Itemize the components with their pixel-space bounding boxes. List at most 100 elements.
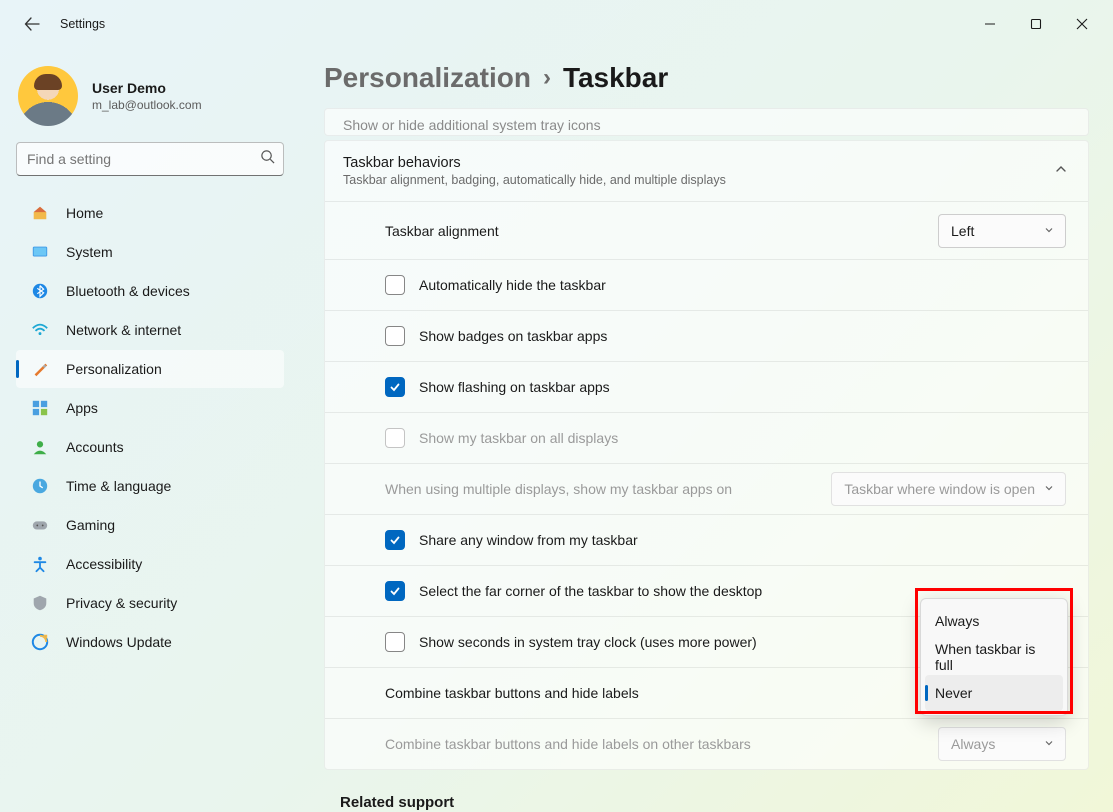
sidebar-item-system[interactable]: System: [16, 233, 284, 271]
row-label: Combine taskbar buttons and hide labels …: [385, 736, 938, 752]
row-label: Taskbar alignment: [385, 223, 938, 239]
sidebar-item-label: System: [66, 244, 113, 260]
related-support-heading: Related support: [340, 794, 1089, 811]
minimize-icon: [984, 18, 996, 30]
row-label: Show badges on taskbar apps: [419, 328, 1066, 344]
row-label: Show my taskbar on all displays: [419, 430, 1066, 446]
row-combine-other: Combine taskbar buttons and hide labels …: [325, 718, 1088, 769]
sidebar-item-gaming[interactable]: Gaming: [16, 506, 284, 544]
sidebar-item-label: Gaming: [66, 517, 115, 533]
maximize-button[interactable]: [1013, 8, 1059, 40]
sidebar-item-windows-update[interactable]: Windows Update: [16, 623, 284, 661]
sidebar-item-label: Windows Update: [66, 634, 172, 650]
search-field[interactable]: [27, 151, 260, 167]
checkbox[interactable]: [385, 377, 405, 397]
popup-option-never[interactable]: Never: [925, 675, 1063, 711]
close-icon: [1076, 18, 1088, 30]
sidebar-item-label: Accounts: [66, 439, 124, 455]
home-icon: [30, 203, 50, 223]
chevron-down-icon: [1043, 223, 1055, 239]
row-flashing[interactable]: Show flashing on taskbar apps: [325, 361, 1088, 412]
checkbox[interactable]: [385, 326, 405, 346]
panel-title: Taskbar behaviors: [343, 155, 1054, 171]
window-title: Settings: [60, 17, 105, 31]
sidebar-item-accounts[interactable]: Accounts: [16, 428, 284, 466]
select-value: Always: [951, 736, 995, 752]
checkbox[interactable]: [385, 275, 405, 295]
wifi-icon: [30, 320, 50, 340]
breadcrumb-current: Taskbar: [563, 62, 668, 94]
avatar: [18, 66, 78, 126]
sidebar-item-label: Privacy & security: [66, 595, 177, 611]
row-all-displays: Show my taskbar on all displays: [325, 412, 1088, 463]
chevron-up-icon: [1054, 162, 1068, 181]
checkbox: [385, 428, 405, 448]
chevron-right-icon: ›: [543, 64, 551, 92]
breadcrumb-parent[interactable]: Personalization: [324, 62, 531, 94]
checkbox[interactable]: [385, 632, 405, 652]
chevron-down-icon: [1043, 481, 1055, 497]
close-button[interactable]: [1059, 8, 1105, 40]
sidebar: User Demo m_lab@outlook.com Home System …: [0, 48, 300, 812]
sidebar-item-home[interactable]: Home: [16, 194, 284, 232]
combine-dropdown-popup: Always When taskbar is full Never: [920, 598, 1068, 716]
sidebar-item-label: Bluetooth & devices: [66, 283, 190, 299]
bluetooth-icon: [30, 281, 50, 301]
sidebar-item-network[interactable]: Network & internet: [16, 311, 284, 349]
select-value: Left: [951, 223, 974, 239]
row-label: Show flashing on taskbar apps: [419, 379, 1066, 395]
panel-systray-icons[interactable]: Show or hide additional system tray icon…: [324, 108, 1089, 136]
search-icon: [260, 149, 275, 169]
sidebar-item-label: Home: [66, 205, 103, 221]
shield-icon: [30, 593, 50, 613]
sidebar-item-label: Network & internet: [66, 322, 181, 338]
sidebar-item-label: Apps: [66, 400, 98, 416]
titlebar: Settings: [0, 0, 1113, 48]
sidebar-item-time-language[interactable]: Time & language: [16, 467, 284, 505]
popup-option-always[interactable]: Always: [925, 603, 1063, 639]
person-icon: [30, 437, 50, 457]
system-icon: [30, 242, 50, 262]
multi-display-select: Taskbar where window is open: [831, 472, 1066, 506]
row-share-window[interactable]: Share any window from my taskbar: [325, 514, 1088, 565]
row-multi-display: When using multiple displays, show my ta…: [325, 463, 1088, 514]
sidebar-item-privacy[interactable]: Privacy & security: [16, 584, 284, 622]
sidebar-item-label: Personalization: [66, 361, 162, 377]
search-input[interactable]: [16, 142, 284, 176]
alignment-select[interactable]: Left: [938, 214, 1066, 248]
sidebar-item-accessibility[interactable]: Accessibility: [16, 545, 284, 583]
select-value: Taskbar where window is open: [844, 481, 1035, 497]
check-icon: [389, 534, 401, 546]
breadcrumb: Personalization › Taskbar: [324, 62, 1089, 94]
checkbox[interactable]: [385, 581, 405, 601]
check-icon: [389, 585, 401, 597]
chevron-down-icon: [1043, 736, 1055, 752]
row-label: When using multiple displays, show my ta…: [385, 481, 831, 497]
panel-subtitle: Taskbar alignment, badging, automaticall…: [343, 173, 1054, 187]
combine-other-select: Always: [938, 727, 1066, 761]
check-icon: [389, 381, 401, 393]
accessibility-icon: [30, 554, 50, 574]
sidebar-item-label: Accessibility: [66, 556, 142, 572]
row-label: Automatically hide the taskbar: [419, 277, 1066, 293]
sidebar-item-apps[interactable]: Apps: [16, 389, 284, 427]
sidebar-item-personalization[interactable]: Personalization: [16, 350, 284, 388]
row-taskbar-alignment: Taskbar alignment Left: [325, 201, 1088, 259]
user-block[interactable]: User Demo m_lab@outlook.com: [12, 60, 288, 142]
minimize-button[interactable]: [967, 8, 1013, 40]
user-email: m_lab@outlook.com: [92, 98, 202, 112]
checkbox[interactable]: [385, 530, 405, 550]
apps-icon: [30, 398, 50, 418]
maximize-icon: [1030, 18, 1042, 30]
sidebar-item-bluetooth[interactable]: Bluetooth & devices: [16, 272, 284, 310]
user-name: User Demo: [92, 80, 202, 96]
gamepad-icon: [30, 515, 50, 535]
row-badges[interactable]: Show badges on taskbar apps: [325, 310, 1088, 361]
back-button[interactable]: [16, 8, 48, 40]
clock-globe-icon: [30, 476, 50, 496]
popup-option-when-full[interactable]: When taskbar is full: [925, 639, 1063, 675]
row-auto-hide[interactable]: Automatically hide the taskbar: [325, 259, 1088, 310]
panel-header[interactable]: Taskbar behaviors Taskbar alignment, bad…: [325, 141, 1088, 201]
paintbrush-icon: [30, 359, 50, 379]
panel-stub-label: Show or hide additional system tray icon…: [343, 117, 601, 133]
